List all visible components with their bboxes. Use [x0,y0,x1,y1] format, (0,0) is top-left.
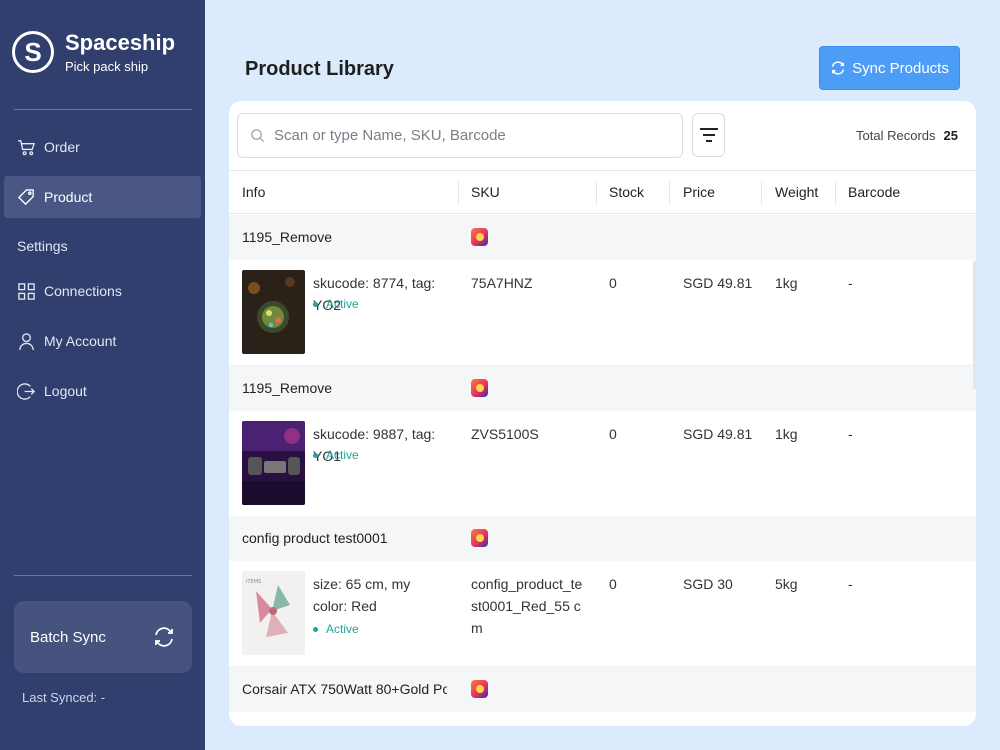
total-records-value: 25 [943,128,958,143]
brand[interactable]: S Spaceship Pick pack ship [12,30,175,74]
product-group-row[interactable]: Corsair ATX 750Watt 80+Gold Power S [229,667,976,712]
status-badge: Active [313,297,359,311]
stock-cell: 0 [609,426,617,442]
shop-channel-icon [471,228,488,246]
product-group-row[interactable]: 1195_Remove [229,215,976,260]
sidebar-item-logout[interactable]: Logout [4,370,201,412]
price-cell: SGD 49.81 [683,426,753,442]
product-group-row[interactable]: 1195_Remove [229,366,976,411]
cart-icon [17,139,36,155]
sidebar-divider [14,575,192,576]
total-records: Total Records 25 [856,128,958,143]
filter-button[interactable] [692,113,725,157]
column-separator [835,181,836,205]
sidebar-divider [14,109,192,110]
sku-cell: 75A7HNZ [471,275,533,291]
user-icon [19,332,34,350]
column-header-barcode[interactable]: Barcode [848,171,900,214]
refresh-icon [155,627,173,647]
sidebar-item-label: Connections [44,283,122,299]
product-variant-info: size: 65 cm, my color: Red [313,576,411,614]
barcode-cell: - [848,275,853,291]
price-cell: SGD 49.81 [683,275,753,291]
sidebar-item-order[interactable]: Order [4,126,201,168]
column-header-weight[interactable]: Weight [775,171,818,214]
sidebar: S Spaceship Pick pack ship Order Product… [0,0,205,750]
weight-cell: 1kg [775,275,798,291]
table-row[interactable]: skucode: 8774, tag: YO2 Active 75A7HNZ 0… [229,260,976,366]
product-group-row[interactable]: config product test0001 [229,516,976,561]
column-separator [596,181,597,205]
batch-sync-label: Batch Sync [30,628,106,646]
weight-cell: 1kg [775,426,798,442]
logout-icon [17,382,36,400]
shop-channel-icon [471,529,488,547]
sidebar-item-product[interactable]: Product [4,176,201,218]
sidebar-item-my-account[interactable]: My Account [4,320,201,362]
column-header-sku[interactable]: SKU [471,171,500,214]
product-thumbnail: ITEMS [242,571,305,655]
table-row[interactable]: skucode: 9887, tag: YO1 Active ZVS5100S … [229,411,976,517]
last-synced: Last Synced: - [22,690,106,705]
table-row[interactable]: ITEMS size: 65 cm, my color: Red Active … [229,561,976,667]
sku-cell: config_product_test0001_Red_55 cm [471,576,583,636]
column-header-info[interactable]: Info [242,171,265,214]
column-separator [458,181,459,205]
stock-cell: 0 [609,275,617,291]
brand-name: Spaceship [65,30,176,55]
product-group-name: Corsair ATX 750Watt 80+Gold Power S [242,681,447,697]
weight-cell: 5kg [775,576,798,592]
brand-tagline: Pick pack ship [65,59,149,74]
search-icon [251,129,265,143]
sidebar-item-label: Logout [44,383,87,399]
product-thumbnail [242,270,305,354]
table-header: Info SKU Stock Price Weight Barcode [229,170,976,214]
search-input[interactable] [274,127,654,144]
svg-text:ITEMS: ITEMS [246,579,261,585]
page-title: Product Library [245,58,394,80]
product-group-name: 1195_Remove [242,229,333,245]
settings-section-label: Settings [17,238,68,254]
product-group-name: config product test0001 [242,530,388,546]
sidebar-item-label: Product [44,189,93,205]
brand-logo: S [12,31,54,73]
grid-icon [18,282,35,300]
sidebar-item-connections[interactable]: Connections [4,270,201,312]
price-cell: SGD 30 [683,576,733,592]
barcode-cell: - [848,426,853,442]
status-badge: Active [313,622,359,636]
sidebar-item-label: Order [44,139,80,155]
sidebar-item-label: My Account [44,333,117,349]
search-box[interactable] [237,113,683,158]
status-badge: Active [313,448,359,462]
product-group-name: 1195_Remove [242,380,333,396]
column-separator [669,181,670,205]
table-scrollbar[interactable] [973,261,976,389]
column-separator [761,181,762,205]
shop-channel-icon [471,680,488,698]
product-thumbnail [242,421,305,505]
sync-products-button[interactable]: Sync Products [819,46,960,90]
column-header-stock[interactable]: Stock [609,171,644,214]
stock-cell: 0 [609,576,617,592]
total-records-label: Total Records [856,128,936,143]
batch-sync-button[interactable]: Batch Sync [14,601,192,673]
tag-icon [17,188,34,205]
shop-channel-icon [471,379,488,397]
product-card: Total Records 25 Info SKU Stock Price Wei… [229,101,976,726]
refresh-icon [832,61,845,75]
barcode-cell: - [848,576,853,592]
filter-icon [699,128,718,142]
sku-cell: ZVS5100S [471,426,539,442]
sync-products-label: Sync Products [852,59,949,77]
column-header-price[interactable]: Price [683,171,715,214]
